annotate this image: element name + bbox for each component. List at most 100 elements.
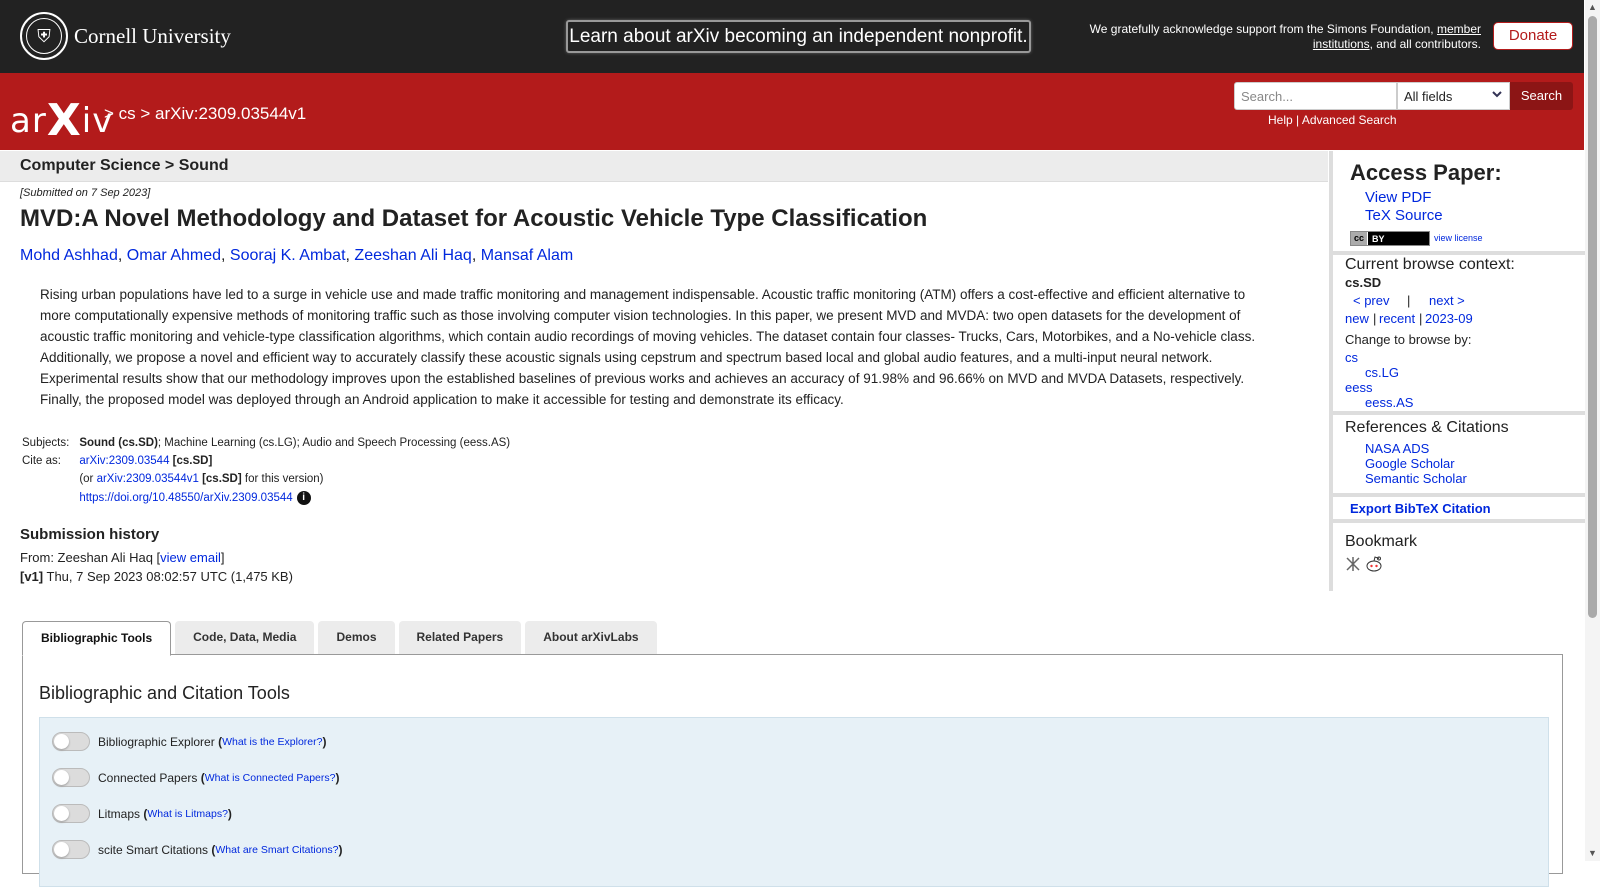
author-link[interactable]: Sooraj K. Ambat (230, 247, 346, 264)
tool-name: Bibliographic Explorer (98, 734, 215, 749)
member-link[interactable]: member (1437, 22, 1481, 36)
link-separator: | (1292, 113, 1302, 127)
doi-link[interactable]: https://doi.org/10.48550/arXiv.2309.0354… (79, 492, 292, 504)
donate-button[interactable]: Donate (1493, 22, 1573, 50)
submission-from: From: Zeeshan Ali Haq [view email] (20, 550, 224, 565)
help-link[interactable]: Help (1268, 113, 1293, 127)
view-email-link[interactable]: view email (160, 550, 221, 565)
info-icon[interactable]: i (296, 491, 311, 505)
bookmark-title: Bookmark (1345, 533, 1418, 550)
abstract: Rising urban populations have led to a s… (40, 287, 1256, 407)
cite-category: [cs.SD] (169, 455, 213, 467)
chevron-down-icon (1491, 88, 1503, 103)
nav-separator: | (1419, 311, 1423, 326)
new-link[interactable]: new (1345, 311, 1369, 326)
submitted-date: [Submitted on 7 Sep 2023] (20, 187, 151, 199)
bibsonomy-icon[interactable] (1345, 556, 1361, 572)
arxiv-logo[interactable]: arXiv (10, 92, 113, 146)
recent-link[interactable]: recent (1379, 311, 1415, 326)
panel-title: Bibliographic and Citation Tools (39, 683, 290, 703)
access-paper-block: Access Paper: View PDF TeX Source cc BY v… (1333, 151, 1589, 255)
author-list: Mohd Ashhad, Omar Ahmed, Sooraj K. Ambat… (20, 247, 574, 264)
cornell-name: Cornell University (74, 23, 231, 48)
tools-box: Bibliographic Explorer (What is the Expl… (39, 717, 1549, 887)
month-link[interactable]: 2023-09 (1425, 311, 1473, 326)
scite-toggle[interactable] (52, 840, 90, 859)
tex-source-link[interactable]: TeX Source (1365, 207, 1443, 224)
browse-context-block: Current browse context: cs.SD < prev | n… (1333, 255, 1589, 415)
cc-license-badge[interactable]: cc BY (1350, 231, 1430, 246)
bracket-close: ] (220, 550, 225, 565)
tab-demos[interactable]: Demos (318, 621, 395, 654)
tool-help-link[interactable]: What is the Explorer? (222, 736, 322, 748)
cite-version-prefix: (or (79, 473, 97, 485)
browse-context-title: Current browse context: (1345, 256, 1515, 273)
cornell-logo[interactable]: ⛨ Cornell University (20, 12, 231, 60)
tool-name: scite Smart Citations (98, 842, 209, 857)
scrollbar-thumb[interactable] (1588, 16, 1597, 618)
tab-related-papers[interactable]: Related Papers (398, 621, 522, 654)
cc-icon: cc (1351, 232, 1369, 245)
scroll-up-icon[interactable]: ▲ (1588, 2, 1597, 12)
references-title: References & Citations (1345, 419, 1509, 436)
tool-help-link[interactable]: What is Litmaps? (147, 808, 228, 820)
tool-help-link[interactable]: What are Smart Citations? (215, 844, 338, 856)
access-paper-title: Access Paper: (1350, 160, 1502, 185)
breadcrumb[interactable]: > cs > arXiv:2309.03544v1 (104, 104, 306, 124)
version-label: [v1] (20, 569, 44, 584)
prev-link[interactable]: < prev (1353, 293, 1390, 308)
page-scrollbar[interactable]: ▲ ▼ (1585, 0, 1600, 861)
bookmark-icons (1345, 556, 1382, 572)
tab-bibliographic-tools[interactable]: Bibliographic Tools (22, 621, 172, 656)
subjects-label: Subjects: (22, 437, 70, 449)
tool-row: Bibliographic Explorer (What is the Expl… (52, 732, 326, 751)
subjects-value: Sound (cs.SD); Machine Learning (cs.LG);… (77, 435, 512, 453)
next-link[interactable]: next > (1429, 293, 1465, 308)
tab-about-arxivlabs[interactable]: About arXivLabs (525, 621, 657, 654)
submission-history-title: Submission history (20, 526, 160, 543)
search-input[interactable]: Search... (1234, 82, 1397, 110)
tool-help-link[interactable]: What is Connected Papers? (205, 772, 336, 784)
browse-cs-link[interactable]: cs (1345, 350, 1358, 365)
references-block: References & Citations NASA ADS Google S… (1333, 415, 1589, 497)
view-pdf-link[interactable]: View PDF (1365, 189, 1431, 206)
cite-id-link[interactable]: arXiv:2309.03544 (79, 455, 169, 467)
author-link[interactable]: Omar Ahmed (127, 247, 221, 264)
search-button[interactable]: Search (1510, 82, 1573, 110)
paper-title: MVD:A Novel Methodology and Dataset for … (20, 205, 928, 232)
cite-version-category: [cs.SD] (198, 473, 242, 485)
view-license-link[interactable]: view license (1434, 233, 1483, 243)
browse-eess-as-link[interactable]: eess.AS (1365, 395, 1413, 410)
nonprofit-announcement-button[interactable]: Learn about arXiv becoming an independen… (566, 20, 1031, 53)
institutions-link[interactable]: institutions (1313, 37, 1370, 51)
reddit-icon[interactable] (1365, 556, 1382, 572)
browse-cs-lg-link[interactable]: cs.LG (1365, 365, 1399, 380)
semantic-scholar-link[interactable]: Semantic Scholar (1365, 471, 1467, 486)
export-bibtex-link[interactable]: Export BibTeX Citation (1350, 501, 1491, 516)
search-field-select[interactable]: All fields (1397, 82, 1510, 110)
cornell-seal-icon: ⛨ (20, 12, 68, 60)
google-scholar-link[interactable]: Google Scholar (1365, 456, 1455, 471)
author-link[interactable]: Mansaf Alam (481, 247, 573, 264)
advanced-search-link[interactable]: Advanced Search (1302, 113, 1397, 127)
tab-panel: Bibliographic and Citation Tools Bibliog… (22, 654, 1563, 887)
author-link[interactable]: Mohd Ashhad (20, 247, 118, 264)
cite-version-link[interactable]: arXiv:2309.03544v1 (97, 473, 199, 485)
change-browse-label: Change to browse by: (1345, 332, 1472, 347)
cite-label: Cite as: (22, 455, 61, 467)
submitter-text: From: Zeeshan Ali Haq [ (20, 550, 161, 565)
browse-eess-link[interactable]: eess (1345, 380, 1372, 395)
bibliographic-explorer-toggle[interactable] (52, 732, 90, 751)
labs-tabs: Bibliographic Tools Code, Data, Media De… (22, 621, 661, 656)
connected-papers-toggle[interactable] (52, 768, 90, 787)
browse-context-value: cs.SD (1345, 275, 1382, 290)
cite-version-suffix: for this version) (241, 473, 324, 485)
litmaps-toggle[interactable] (52, 804, 90, 823)
tab-code-data-media[interactable]: Code, Data, Media (175, 621, 315, 654)
nasa-ads-link[interactable]: NASA ADS (1365, 441, 1429, 456)
nav-separator: | (1373, 311, 1377, 326)
scroll-down-icon[interactable]: ▼ (1588, 848, 1597, 858)
tool-name: Litmaps (98, 806, 141, 821)
author-link[interactable]: Zeeshan Ali Haq (354, 247, 471, 264)
metadata-table: Subjects: Sound (cs.SD); Machine Learnin… (20, 435, 512, 509)
